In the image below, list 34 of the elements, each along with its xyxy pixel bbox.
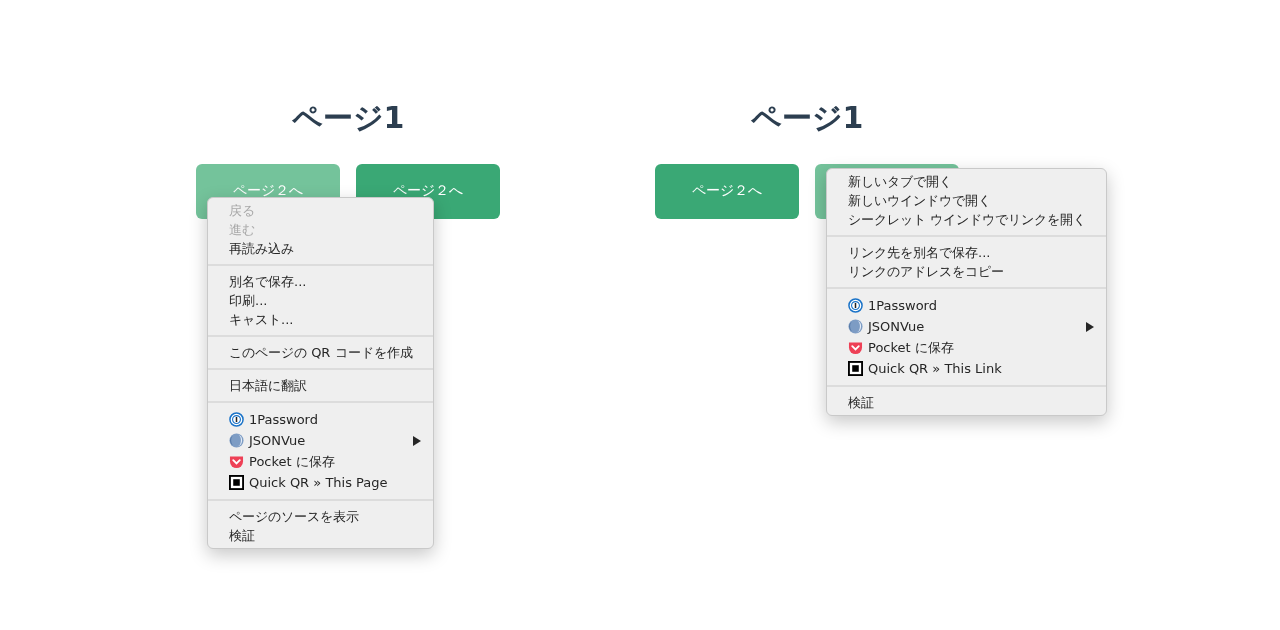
submenu-arrow-icon bbox=[412, 435, 421, 446]
menu-item[interactable]: Pocket に保存 bbox=[827, 337, 1107, 358]
page-heading: ページ1 bbox=[750, 99, 864, 137]
submenu-arrow-icon bbox=[1086, 321, 1095, 332]
menu-item[interactable]: Quick QR » This Link bbox=[827, 358, 1107, 379]
menu-item[interactable]: リンクのアドレスをコピー bbox=[827, 262, 1107, 281]
menu-item[interactable]: このページの QR コードを作成 bbox=[208, 343, 433, 362]
pocket-icon bbox=[848, 340, 863, 355]
menu-item[interactable]: 検証 bbox=[208, 526, 433, 545]
menu-item[interactable]: 新しいタブで開く bbox=[827, 172, 1107, 191]
menu-item[interactable]: ページのソースを表示 bbox=[208, 507, 433, 526]
pocket-icon bbox=[229, 454, 244, 469]
menu-item[interactable]: JSONVue bbox=[827, 316, 1107, 337]
menu-item[interactable]: 別名で保存... bbox=[208, 272, 433, 291]
menu-item[interactable]: 1Password bbox=[208, 409, 433, 430]
menu-item[interactable]: Quick QR » This Page bbox=[208, 472, 433, 493]
square-icon bbox=[229, 475, 244, 490]
keyhole-icon bbox=[848, 298, 863, 313]
menu-item[interactable]: Pocket に保存 bbox=[208, 451, 433, 472]
menu-item[interactable]: シークレット ウインドウでリンクを開く bbox=[827, 210, 1107, 229]
square-icon bbox=[848, 361, 863, 376]
menu-item[interactable]: 1Password bbox=[827, 295, 1107, 316]
sphere-icon bbox=[848, 319, 863, 334]
menu-item[interactable]: 再読み込み bbox=[208, 239, 433, 258]
sphere-icon bbox=[229, 433, 244, 448]
menu-item[interactable]: キャスト... bbox=[208, 310, 433, 329]
menu-item[interactable]: 日本語に翻訳 bbox=[208, 376, 433, 395]
page-heading: ページ1 bbox=[291, 99, 405, 137]
menu-item[interactable]: リンク先を別名で保存... bbox=[827, 243, 1107, 262]
menu-item[interactable]: 新しいウインドウで開く bbox=[827, 191, 1107, 210]
menu-item[interactable]: JSONVue bbox=[208, 430, 433, 451]
keyhole-icon bbox=[229, 412, 244, 427]
menu-item[interactable]: 印刷... bbox=[208, 291, 433, 310]
menu-item[interactable]: 検証 bbox=[827, 393, 1107, 412]
